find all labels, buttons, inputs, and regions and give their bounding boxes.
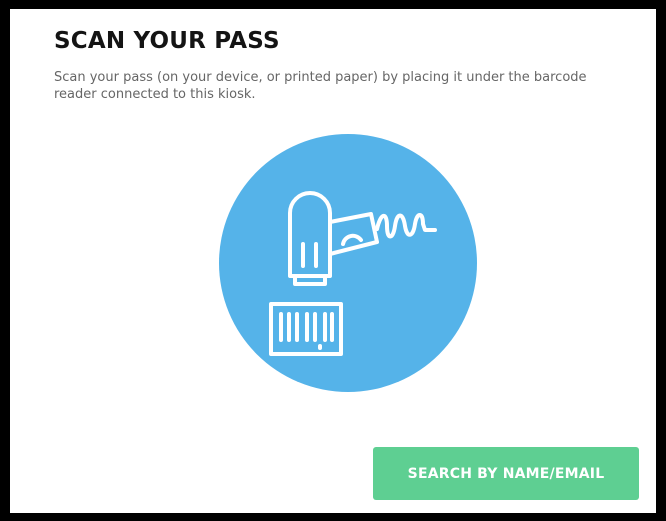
search-by-name-email-button[interactable]: SEARCH BY NAME/EMAIL [373,447,639,500]
page-title: SCAN YOUR PASS [54,28,280,54]
kiosk-panel: SCAN YOUR PASS Scan your pass (on your d… [10,9,656,513]
instructions-text: Scan your pass (on your device, or print… [54,70,587,102]
barcode-scanner-icon [219,134,477,392]
scanner-illustration [219,134,477,392]
scanner-circle [219,134,477,392]
